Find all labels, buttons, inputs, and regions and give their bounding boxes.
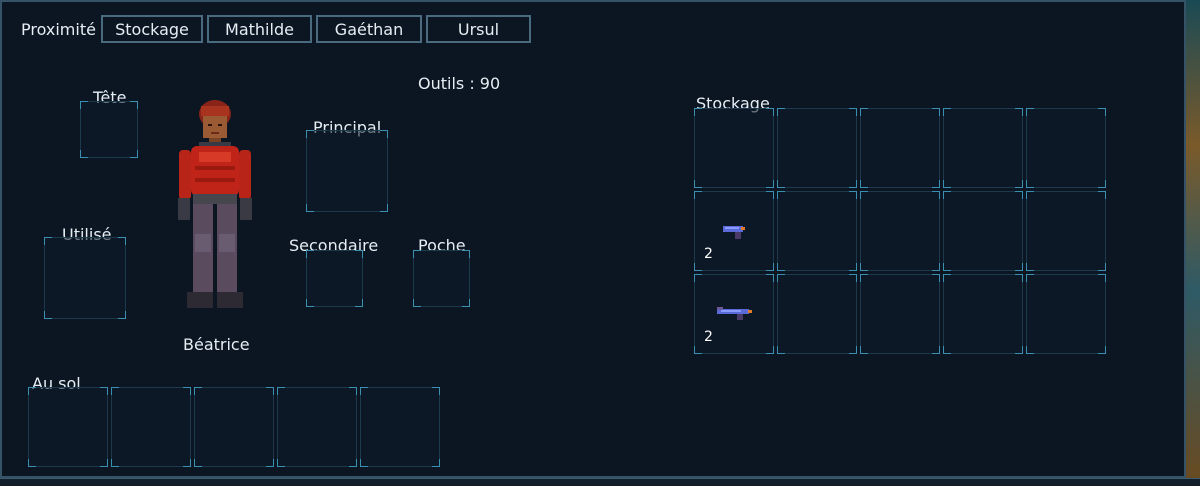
storage-slot-pistol[interactable]: 2 (694, 191, 774, 271)
head-slot[interactable] (80, 101, 138, 158)
pocket-slot[interactable] (413, 250, 470, 307)
storage-slot[interactable] (777, 108, 857, 188)
tab-ursul[interactable]: Ursul (426, 15, 531, 43)
pistol-icon (723, 226, 745, 239)
ground-slot[interactable] (28, 387, 108, 467)
ground-slot[interactable] (111, 387, 191, 467)
tools-count: Outils : 90 (418, 74, 501, 93)
character-name: Béatrice (183, 335, 250, 354)
storage-slot[interactable] (777, 274, 857, 354)
proximity-label: Proximité (21, 20, 96, 39)
item-quantity: 2 (704, 329, 713, 345)
character-portrait (178, 100, 252, 308)
secondary-weapon-slot[interactable] (306, 250, 363, 307)
tab-mathilde[interactable]: Mathilde (207, 15, 312, 43)
storage-slot[interactable] (1026, 191, 1106, 271)
item-quantity: 2 (704, 246, 713, 262)
inventory-panel: Proximité Stockage Mathilde Gaéthan Ursu… (0, 0, 1186, 478)
storage-slot[interactable] (777, 191, 857, 271)
used-slot[interactable] (44, 237, 126, 319)
tab-stockage[interactable]: Stockage (101, 15, 203, 43)
ground-slot[interactable] (277, 387, 357, 467)
storage-slot-rifle[interactable]: 2 (694, 274, 774, 354)
storage-slot[interactable] (943, 108, 1023, 188)
storage-slot[interactable] (860, 108, 940, 188)
main-weapon-slot[interactable] (306, 130, 388, 212)
storage-slot[interactable] (860, 274, 940, 354)
rifle-icon (717, 307, 752, 320)
storage-slot[interactable] (1026, 274, 1106, 354)
storage-slot[interactable] (694, 108, 774, 188)
storage-slot[interactable] (943, 191, 1023, 271)
storage-slot[interactable] (943, 274, 1023, 354)
ground-slot[interactable] (360, 387, 440, 467)
game-world-background (1186, 0, 1200, 485)
storage-slot[interactable] (860, 191, 940, 271)
tab-gaethan[interactable]: Gaéthan (316, 15, 422, 43)
ground-slot[interactable] (194, 387, 274, 467)
storage-slot[interactable] (1026, 108, 1106, 188)
